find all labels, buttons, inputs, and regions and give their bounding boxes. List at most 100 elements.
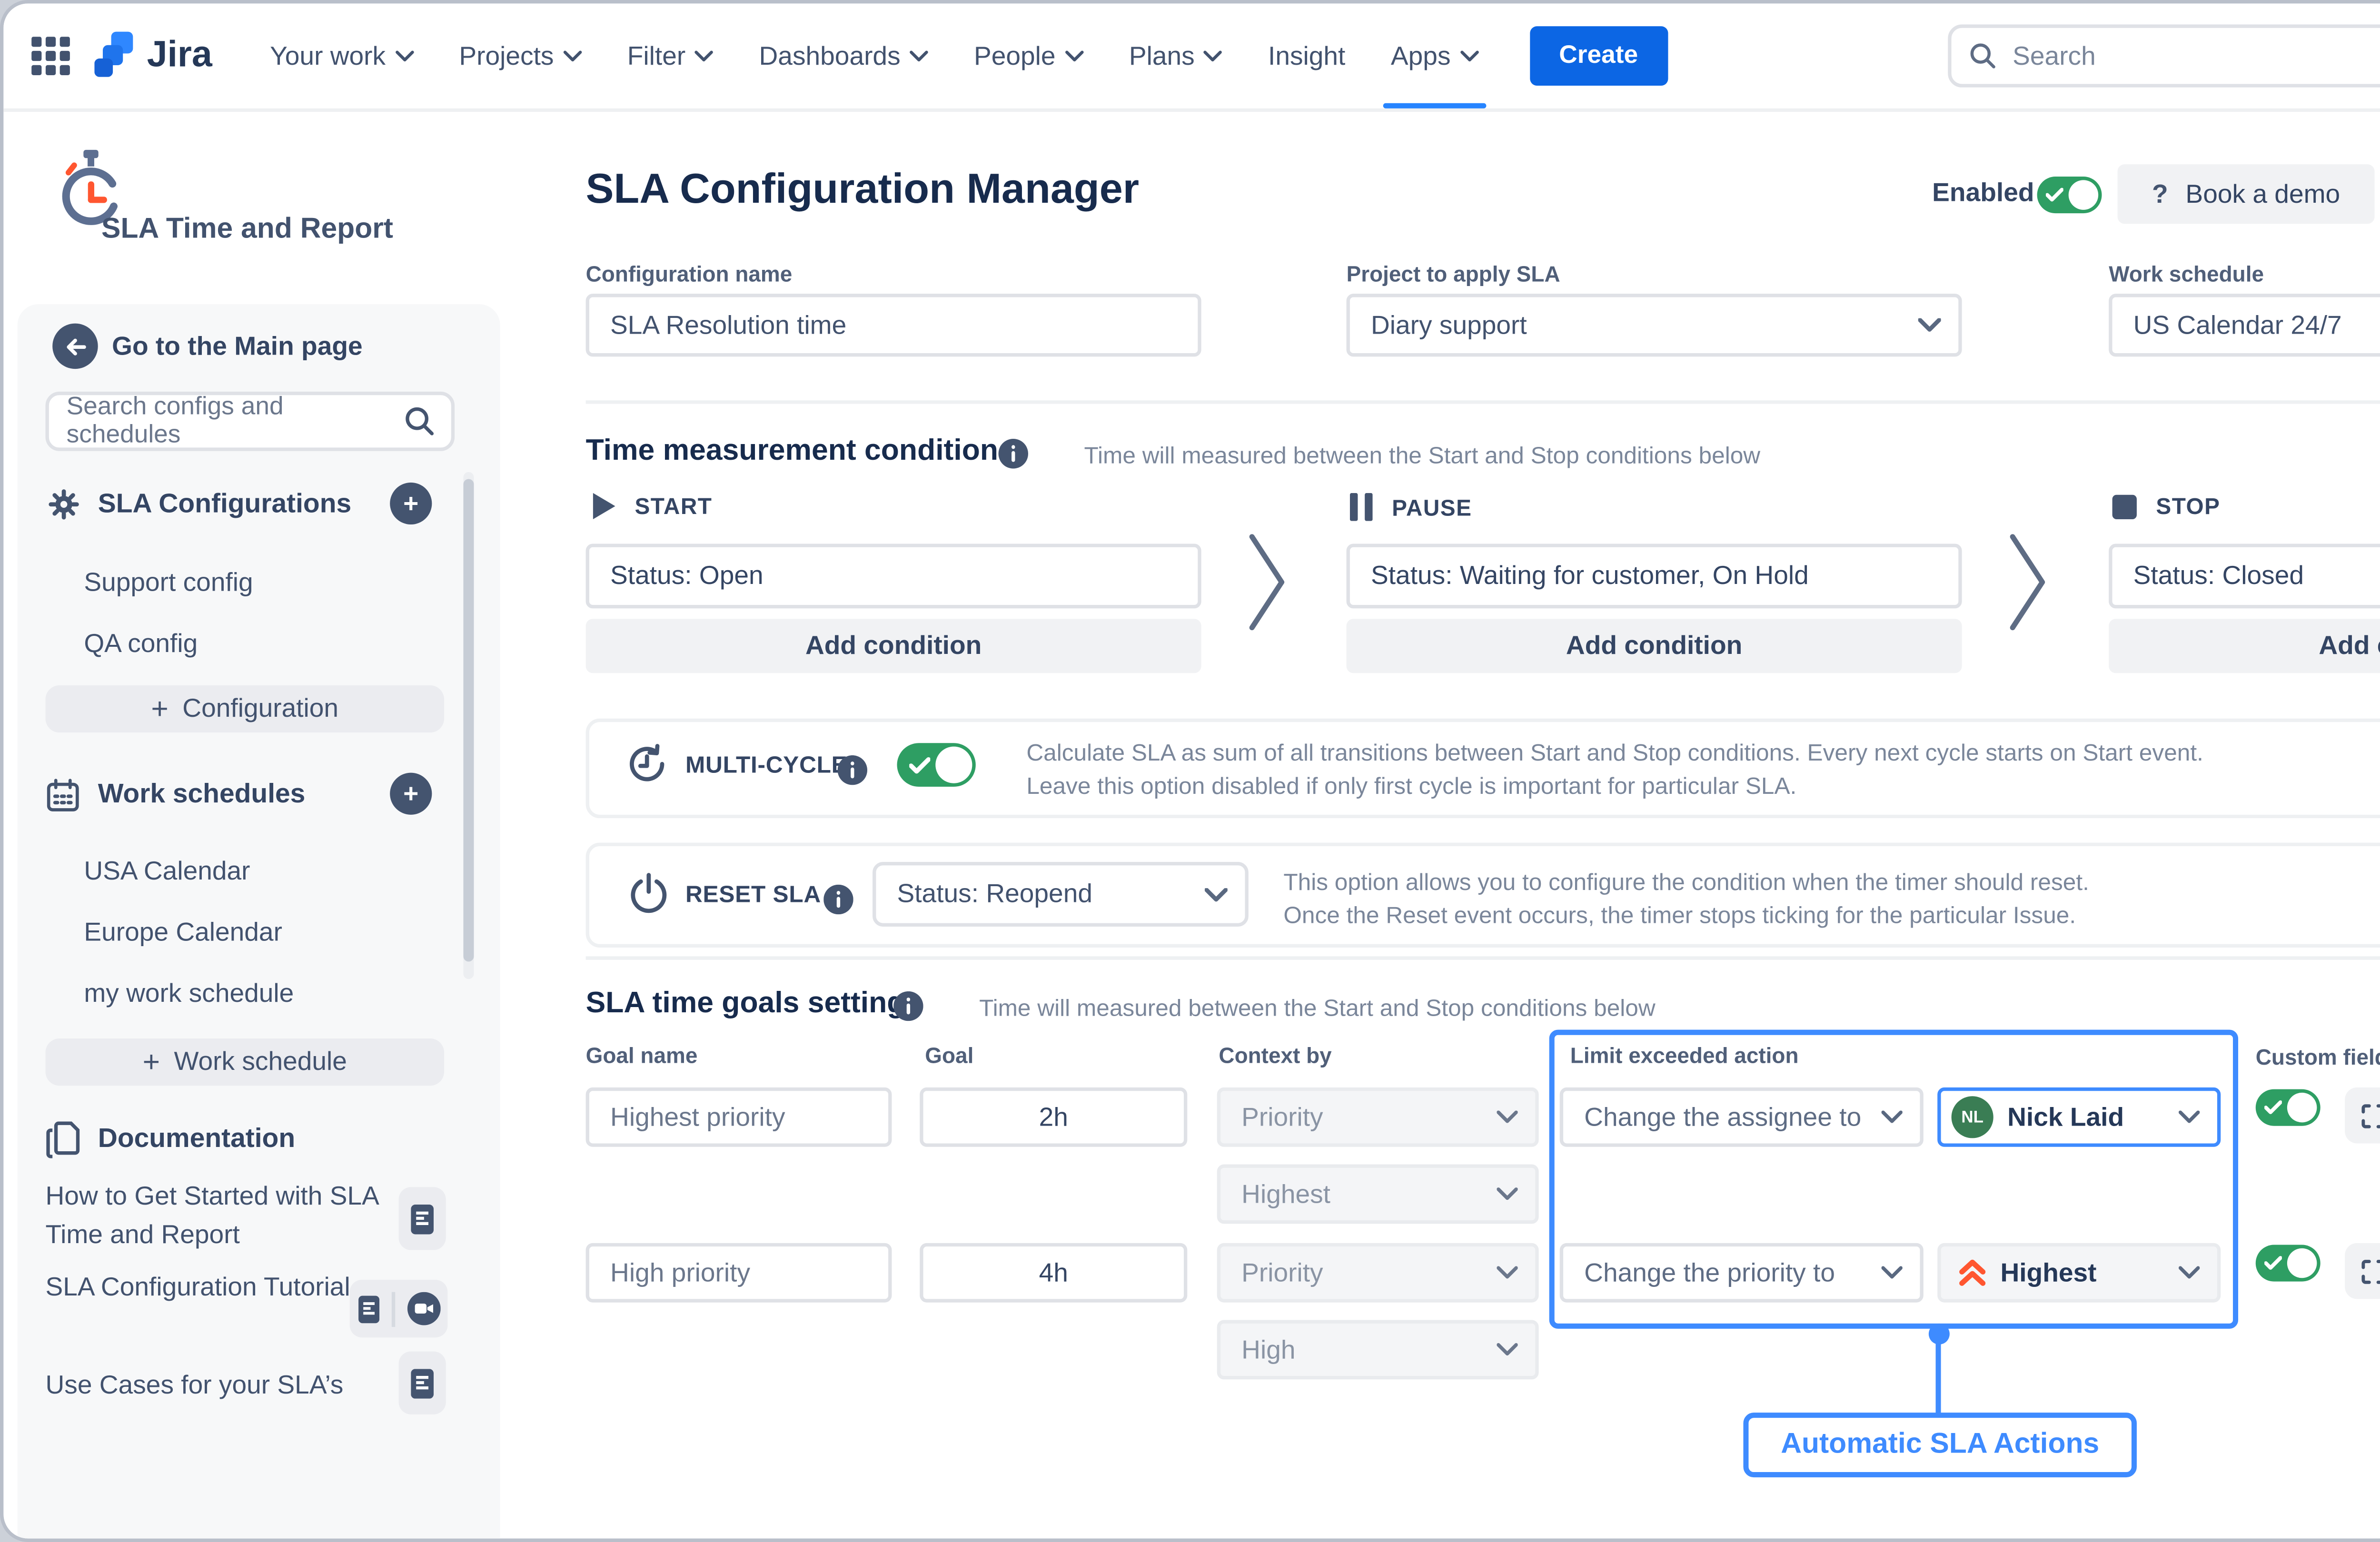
stop-add-condition-button[interactable]: Add condition	[2109, 619, 2380, 673]
enabled-toggle[interactable]	[2037, 177, 2102, 213]
chevron-down-icon	[694, 50, 714, 62]
goal-input[interactable]: 4h	[920, 1243, 1187, 1303]
reset-sla-label: RESET SLA	[685, 881, 821, 907]
doc-link-use-cases[interactable]: Use Cases for your SLA’s	[46, 1367, 413, 1406]
nav-item-projects[interactable]: Projects	[436, 3, 605, 108]
jira-logo[interactable]: Jira	[94, 30, 212, 81]
sidebar-search-input[interactable]: Search configs and schedules	[46, 392, 455, 451]
nav-item-filter[interactable]: Filter	[605, 3, 736, 108]
info-icon[interactable]	[838, 755, 867, 785]
limit-action-select[interactable]: Change the priority to	[1560, 1243, 1924, 1303]
doc-badge-button[interactable]	[399, 1187, 446, 1250]
add-work-schedule-circle-button[interactable]: +	[390, 773, 432, 815]
nav-item-dashboards[interactable]: Dashboards	[736, 3, 951, 108]
work-schedule-select[interactable]: US Calendar 24/7	[2109, 294, 2380, 356]
nav-item-plans[interactable]: Plans	[1106, 3, 1245, 108]
sidebar-item-europe-calendar[interactable]: Europe Calendar	[84, 918, 282, 948]
doc-video-badge-group[interactable]	[350, 1280, 448, 1337]
work-schedule-label: Work schedule	[2109, 262, 2264, 287]
document-icon	[411, 1368, 434, 1397]
context-by-select[interactable]: Priority	[1217, 1087, 1539, 1147]
doc-badge-button[interactable]	[399, 1352, 446, 1414]
info-icon[interactable]	[999, 439, 1028, 468]
chevron-down-icon	[1918, 318, 1941, 332]
document-icon	[411, 1204, 434, 1233]
chevron-down-icon	[2179, 1110, 2200, 1124]
app-grid-icon[interactable]	[31, 37, 70, 75]
back-button[interactable]	[52, 324, 98, 369]
project-select[interactable]: Diary support	[1347, 294, 1962, 356]
context-value-select[interactable]: Highest	[1217, 1165, 1539, 1224]
plus-icon: +	[151, 692, 169, 726]
goal-header: Goal	[925, 1044, 973, 1068]
check-icon	[909, 757, 930, 775]
assignee-select[interactable]: NL Nick Laid	[1937, 1087, 2221, 1147]
goal-name-input[interactable]: High priority	[586, 1243, 892, 1303]
info-icon[interactable]	[893, 991, 923, 1021]
expand-icon	[2358, 1256, 2380, 1285]
calendar-icon	[46, 778, 80, 813]
limit-action-select[interactable]: Change the assignee to	[1560, 1087, 1924, 1147]
sidebar-item-support-config[interactable]: Support config	[84, 568, 253, 598]
search-icon	[404, 405, 436, 437]
nav-item-your-work[interactable]: Your work	[247, 3, 436, 108]
custom-field-toggle[interactable]	[2256, 1089, 2320, 1126]
goal-input[interactable]: 2h	[920, 1087, 1187, 1147]
nav-item-insight[interactable]: Insight	[1245, 3, 1368, 108]
sidebar-item-my-work-schedule[interactable]: my work schedule	[84, 979, 294, 1008]
check-icon	[2264, 1100, 2282, 1116]
sidebar-section-work-schedules: Work schedules	[46, 778, 306, 813]
pause-icon	[1350, 493, 1373, 521]
app-window: Jira Your work Projects Filter Dashboard…	[0, 0, 2380, 1542]
search-input[interactable]: Search	[1948, 24, 2380, 87]
context-value-select[interactable]: High	[1217, 1320, 1539, 1379]
video-icon	[407, 1292, 440, 1325]
add-configuration-button[interactable]: + Configuration	[46, 685, 445, 732]
add-sla-configuration-button[interactable]: +	[390, 483, 432, 524]
main-page-link[interactable]: Go to the Main page	[112, 332, 363, 362]
jira-logo-text: Jira	[147, 35, 212, 77]
divider	[586, 956, 2380, 959]
doc-link-get-started[interactable]: How to Get Started with SLA Time and Rep…	[46, 1178, 396, 1255]
priority-value-select[interactable]: Highest	[1937, 1243, 2221, 1303]
callout-connector-dot	[1929, 1324, 1950, 1344]
flow-arrow-icon	[1247, 532, 1289, 642]
create-button[interactable]: Create	[1529, 26, 1668, 86]
document-icon	[357, 1295, 378, 1323]
expand-button[interactable]	[2345, 1087, 2380, 1144]
page-title: SLA Configuration Manager	[586, 166, 1139, 215]
pause-condition-input[interactable]: Status: Waiting for customer, On Hold	[1347, 544, 1962, 608]
check-icon	[2046, 187, 2063, 203]
pause-add-condition-button[interactable]: Add condition	[1347, 619, 1962, 673]
flow-arrow-icon	[2007, 532, 2049, 642]
sidebar-scrollbar-thumb[interactable]	[463, 479, 474, 962]
time-measurement-title: Time measurement conditions	[586, 434, 1015, 468]
configuration-name-input[interactable]: SLA Resolution time	[586, 294, 1201, 356]
sidebar-item-usa-calendar[interactable]: USA Calendar	[84, 857, 250, 886]
chevron-down-icon	[1497, 1343, 1517, 1356]
info-icon[interactable]	[823, 885, 853, 914]
goal-name-input[interactable]: Highest priority	[586, 1087, 892, 1147]
pages-icon	[46, 1121, 80, 1159]
book-demo-button[interactable]: ? Book a demo	[2118, 164, 2375, 224]
chevron-down-icon	[1205, 887, 1228, 901]
add-work-schedule-button[interactable]: + Work schedule	[46, 1038, 445, 1086]
doc-link-configuration-tutorial[interactable]: SLA Configuration Tutorial	[46, 1269, 360, 1308]
goal-name-header: Goal name	[586, 1044, 698, 1068]
expand-button[interactable]	[2345, 1243, 2380, 1299]
power-icon	[628, 870, 670, 916]
chevron-down-icon	[1459, 50, 1478, 62]
play-icon	[593, 493, 615, 519]
start-condition-input[interactable]: Status: Open	[586, 544, 1201, 608]
project-label: Project to apply SLA	[1347, 262, 1560, 287]
multi-cycle-toggle[interactable]	[897, 743, 975, 787]
reset-sla-select[interactable]: Status: Reopend	[873, 862, 1249, 927]
nav-item-people[interactable]: People	[951, 3, 1106, 108]
sidebar-section-documentation: Documentation	[46, 1121, 296, 1159]
custom-field-toggle[interactable]	[2256, 1245, 2320, 1282]
stop-condition-input[interactable]: Status: Closed	[2109, 544, 2380, 608]
sidebar-item-qa-config[interactable]: QA config	[84, 629, 198, 659]
context-by-select[interactable]: Priority	[1217, 1243, 1539, 1303]
nav-item-apps[interactable]: Apps	[1368, 3, 1501, 108]
start-add-condition-button[interactable]: Add condition	[586, 619, 1201, 673]
